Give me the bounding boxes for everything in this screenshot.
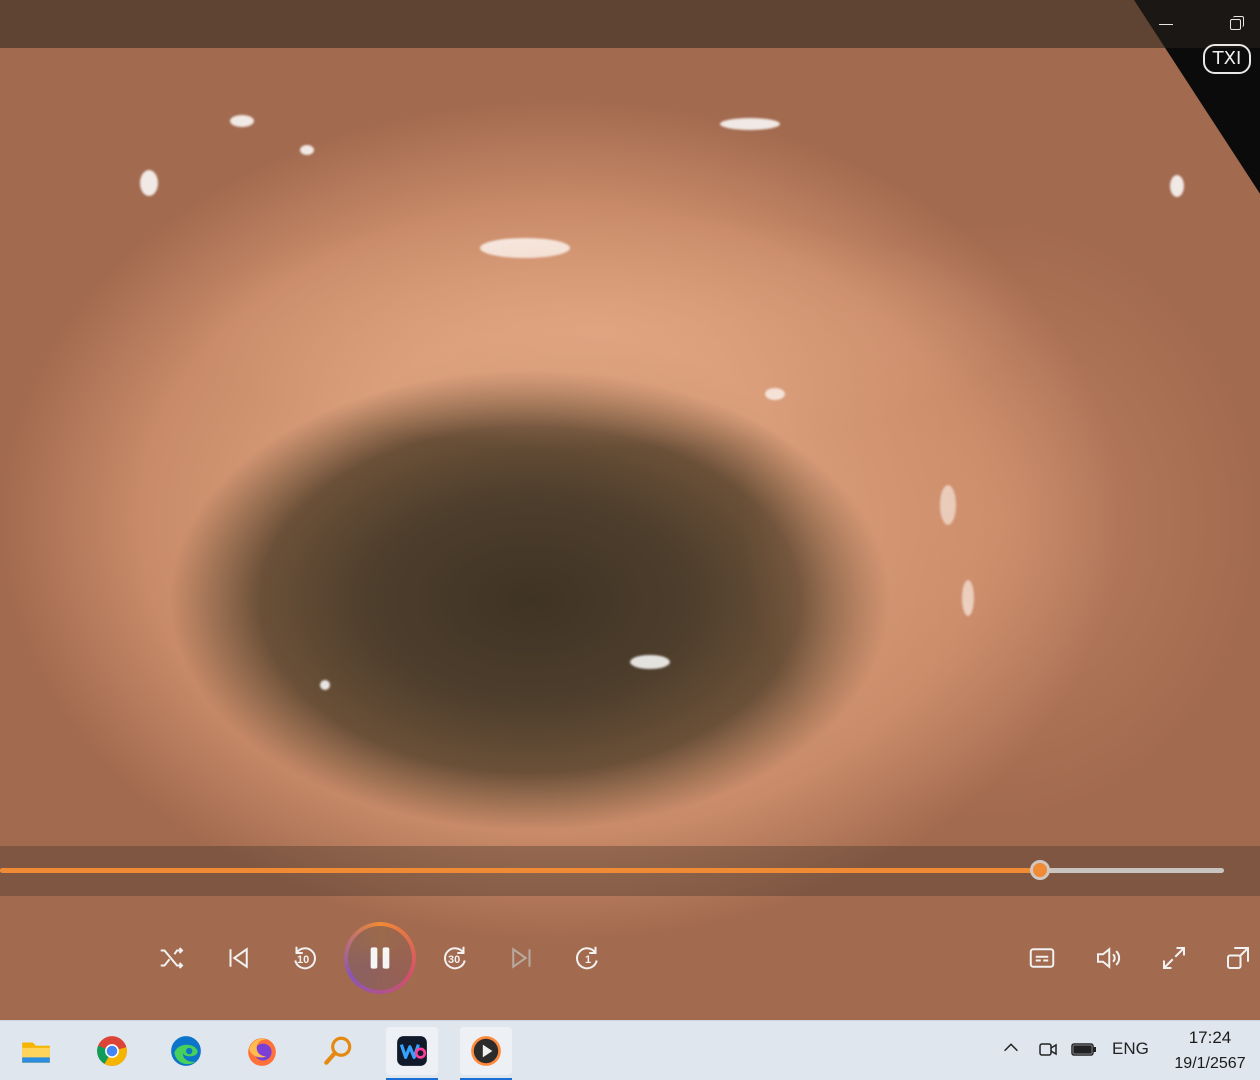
previous-button[interactable]: [218, 938, 258, 978]
chevron-up-icon: [1004, 1043, 1018, 1052]
restore-button[interactable]: [1224, 10, 1248, 34]
volume-button[interactable]: [1088, 938, 1128, 978]
mini-player-button[interactable]: [1218, 938, 1258, 978]
glare-highlight: [480, 238, 570, 258]
taskbar-search-app[interactable]: [312, 1027, 364, 1075]
tray-time: 17:24: [1188, 1028, 1232, 1047]
glare-highlight: [1170, 175, 1184, 197]
volume-icon: [1097, 947, 1121, 969]
minimize-button[interactable]: [1154, 10, 1178, 34]
playback-controls: 10 30 1: [0, 900, 1260, 1020]
file-explorer-icon: [22, 1042, 50, 1063]
glare-highlight: [720, 118, 780, 130]
glare-highlight: [962, 580, 974, 616]
glare-highlight: [300, 145, 314, 155]
glare-highlight: [320, 680, 330, 690]
glare-highlight: [140, 170, 158, 196]
firefox-icon: [248, 1038, 276, 1066]
seek-played: [0, 868, 1041, 873]
tray-overflow-button[interactable]: [1000, 1037, 1022, 1064]
subtitles-icon: [1029, 948, 1055, 968]
skip-forward-button[interactable]: 30: [436, 938, 476, 978]
tray-meet-button[interactable]: [1036, 1037, 1060, 1066]
glare-highlight: [230, 115, 254, 127]
tray-date: 19/1/2567: [1174, 1055, 1246, 1072]
taskbar: ENG 17:24 19/1/2567: [0, 1020, 1260, 1080]
edge-icon: [171, 1036, 201, 1066]
video-stage[interactable]: TXI 10 30 1: [0, 0, 1260, 1020]
repeat-count: 1: [585, 954, 592, 966]
pause-icon: [370, 947, 390, 969]
tray-battery-button[interactable]: [1070, 1037, 1098, 1066]
search-app-icon: [324, 1036, 352, 1065]
app-icon: [397, 1036, 427, 1066]
taskbar-app[interactable]: [386, 1027, 438, 1080]
glare-highlight: [765, 388, 785, 400]
media-player-icon: [471, 1036, 501, 1066]
fullscreen-icon: [1163, 947, 1185, 969]
shuffle-button[interactable]: [152, 938, 192, 978]
tray-clock[interactable]: 17:24 19/1/2567: [1164, 1025, 1256, 1077]
tray-language[interactable]: ENG: [1112, 1039, 1149, 1059]
seek-bar[interactable]: [0, 846, 1260, 896]
glare-highlight: [630, 655, 670, 669]
subtitles-button[interactable]: [1022, 938, 1062, 978]
taskbar-firefox[interactable]: [236, 1027, 288, 1075]
chrome-icon: [97, 1036, 127, 1066]
mini-player-icon: [1227, 947, 1249, 969]
glare-highlight: [940, 485, 956, 525]
seek-thumb[interactable]: [1030, 860, 1051, 880]
txi-badge: TXI: [1203, 44, 1251, 74]
repeat-one-button[interactable]: 1: [568, 938, 608, 978]
taskbar-edge[interactable]: [160, 1027, 212, 1075]
taskbar-chrome[interactable]: [86, 1027, 138, 1075]
next-button[interactable]: [502, 938, 542, 978]
fullscreen-button[interactable]: [1154, 938, 1194, 978]
skip-back-seconds: 10: [297, 954, 310, 966]
minimize-icon: [1159, 24, 1173, 25]
skip-back-button[interactable]: 10: [284, 938, 324, 978]
title-bar: [0, 0, 1260, 48]
taskbar-media-player[interactable]: [460, 1027, 512, 1080]
shuffle-icon: [160, 947, 184, 969]
previous-icon: [229, 947, 248, 969]
pause-button[interactable]: [344, 922, 416, 994]
next-icon: [512, 947, 531, 969]
taskbar-file-explorer[interactable]: [10, 1027, 62, 1075]
camera-icon: [1039, 1043, 1057, 1056]
battery-icon: [1071, 1043, 1096, 1056]
skip-forward-seconds: 30: [448, 954, 461, 966]
